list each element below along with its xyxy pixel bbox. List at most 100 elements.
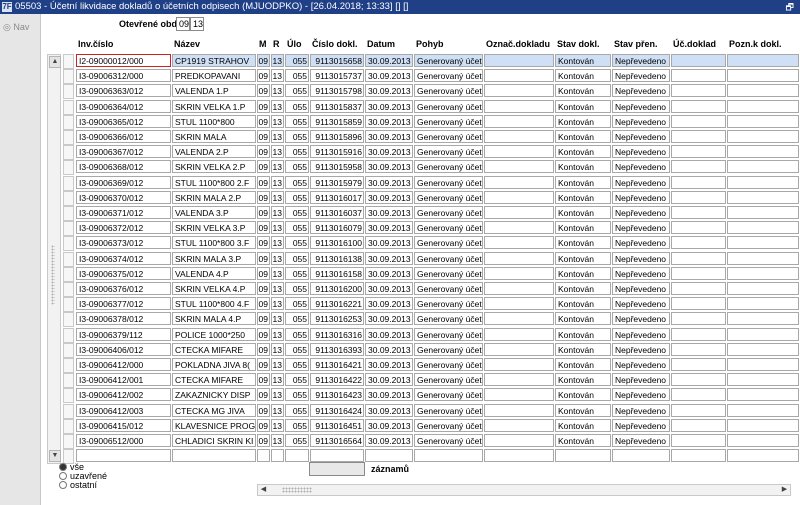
table-cell[interactable]: 09 [257,236,270,249]
row-selector[interactable] [63,343,74,358]
table-cell[interactable]: 9113016451 [310,419,364,432]
table-cell[interactable]: STUL 1100*800 4.F [172,297,256,310]
table-cell[interactable] [484,100,554,113]
table-cell[interactable] [484,69,554,82]
table-cell[interactable]: POLICE 1000*250 [172,328,256,341]
row-selector[interactable] [63,328,74,343]
table-cell[interactable]: Kontován [555,54,611,67]
row-selector[interactable] [63,373,74,388]
table-cell[interactable]: Kontován [555,206,611,219]
table-cell[interactable]: Kontován [555,69,611,82]
table-cell[interactable]: ZAKAZNICKY DISP [172,388,256,401]
scroll-down-icon[interactable]: ▼ [49,450,61,462]
table-cell[interactable]: 30.09.2013 [365,404,413,417]
table-cell[interactable]: 055 [285,115,309,128]
row-selector[interactable] [63,206,74,221]
table-cell[interactable]: 30.09.2013 [365,100,413,113]
table-cell[interactable]: 13 [271,130,284,143]
horizontal-scroll-thumb[interactable] [282,487,312,493]
table-cell[interactable]: 30.09.2013 [365,282,413,295]
table-cell[interactable]: 9113015837 [310,100,364,113]
table-cell[interactable] [484,449,554,462]
table-cell[interactable]: Kontován [555,328,611,341]
table-cell[interactable]: VALENDA 3.P [172,206,256,219]
table-cell[interactable]: I3-09006369/012 [76,176,171,189]
table-cell[interactable]: Kontován [555,312,611,325]
table-cell[interactable] [671,434,726,447]
table-cell[interactable] [484,388,554,401]
table-cell[interactable]: Generovaný účet [414,328,483,341]
column-header[interactable]: Číslo dokl. [312,39,358,49]
table-cell[interactable] [484,221,554,234]
table-cell[interactable]: 055 [285,176,309,189]
table-cell[interactable]: 055 [285,282,309,295]
scroll-up-icon[interactable]: ▲ [49,56,61,68]
table-cell[interactable]: Nepřevedeno [612,404,670,417]
table-cell[interactable] [671,236,726,249]
table-cell[interactable]: Kontován [555,297,611,310]
table-cell[interactable] [484,434,554,447]
table-cell[interactable]: Generovaný účet [414,84,483,97]
table-cell[interactable]: 09 [257,267,270,280]
table-cell[interactable] [727,54,799,67]
table-cell[interactable]: SKRIN MALA 3.P [172,252,256,265]
table-cell[interactable]: 30.09.2013 [365,388,413,401]
table-cell[interactable]: 055 [285,160,309,173]
table-cell[interactable]: 055 [285,206,309,219]
table-cell[interactable]: 9113015737 [310,69,364,82]
table-cell[interactable]: 30.09.2013 [365,236,413,249]
row-selector[interactable] [63,434,74,449]
table-cell[interactable]: 30.09.2013 [365,191,413,204]
table-cell[interactable] [484,160,554,173]
table-cell[interactable]: I3-09006370/012 [76,191,171,204]
table-cell[interactable]: 30.09.2013 [365,328,413,341]
table-cell[interactable]: I3-09006379/112 [76,328,171,341]
restore-icon[interactable]: 🗗 [786,0,794,14]
table-cell[interactable]: Generovaný účet [414,404,483,417]
table-cell[interactable]: Nepřevedeno [612,388,670,401]
table-cell[interactable] [671,145,726,158]
table-cell[interactable]: Nepřevedeno [612,419,670,432]
table-cell[interactable] [671,221,726,234]
column-header[interactable]: Pohyb [416,39,444,49]
table-cell[interactable]: I3-09006365/012 [76,115,171,128]
table-cell[interactable]: 9113016100 [310,236,364,249]
table-cell[interactable] [484,373,554,386]
table-cell[interactable] [484,84,554,97]
table-cell[interactable]: I3-09006412/001 [76,373,171,386]
row-selector[interactable] [63,115,74,130]
table-cell[interactable]: 09 [257,69,270,82]
table-cell[interactable]: 055 [285,130,309,143]
table-cell[interactable]: 30.09.2013 [365,267,413,280]
table-cell[interactable] [671,419,726,432]
table-cell[interactable]: I3-09006374/012 [76,252,171,265]
table-cell[interactable]: 09 [257,206,270,219]
table-cell[interactable]: I3-09006377/012 [76,297,171,310]
table-cell[interactable]: 9113015958 [310,160,364,173]
table-cell[interactable]: 9113016421 [310,358,364,371]
table-cell[interactable] [727,206,799,219]
table-cell[interactable]: 13 [271,358,284,371]
table-cell[interactable]: I3-09006363/012 [76,84,171,97]
table-cell[interactable]: I3-09006406/012 [76,343,171,356]
table-cell[interactable]: 9113016037 [310,206,364,219]
table-cell[interactable]: Generovaný účet [414,236,483,249]
row-selector[interactable] [63,358,74,373]
column-header[interactable]: Stav dokl. [557,39,600,49]
table-cell[interactable]: 30.09.2013 [365,115,413,128]
table-cell[interactable]: 09 [257,312,270,325]
table-cell[interactable] [671,449,726,462]
table-cell[interactable] [484,206,554,219]
table-cell[interactable]: Kontován [555,236,611,249]
table-cell[interactable]: 09 [257,100,270,113]
row-selector[interactable] [63,419,74,434]
table-cell[interactable]: 30.09.2013 [365,252,413,265]
filter-option-other[interactable]: ostatní [59,481,107,490]
table-cell[interactable]: 9113016253 [310,312,364,325]
table-cell[interactable]: Generovaný účet [414,145,483,158]
table-cell[interactable] [484,130,554,143]
table-cell[interactable]: Kontován [555,191,611,204]
table-cell[interactable]: CTECKA MIFARE [172,373,256,386]
row-selector[interactable] [63,404,74,419]
row-selector[interactable] [63,130,74,145]
